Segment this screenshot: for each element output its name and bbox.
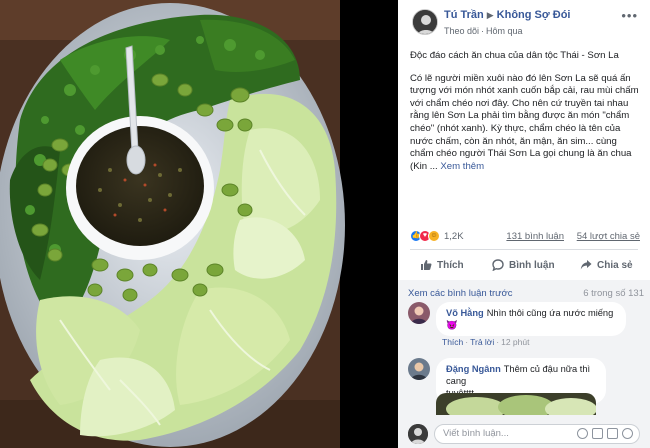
post-meta: Theo dõi · Hôm qua: [444, 26, 523, 36]
meta-separator: ·: [481, 26, 485, 36]
post-photo[interactable]: [0, 0, 398, 448]
camera-icon[interactable]: [592, 428, 603, 439]
comment-input[interactable]: Viết bình luận...: [434, 424, 640, 444]
more-options-button[interactable]: •••: [621, 8, 638, 23]
sticker-icon[interactable]: [622, 428, 633, 439]
separator: ·: [465, 337, 469, 347]
post-actions: Thích Bình luận Chia sẻ: [410, 253, 638, 277]
current-user-avatar: [408, 424, 428, 444]
see-more-link[interactable]: Xem thêm: [440, 161, 484, 172]
view-previous-comments-link[interactable]: Xem các bình luận trước: [408, 288, 512, 299]
gif-icon[interactable]: [607, 428, 618, 439]
commenter-avatar[interactable]: [408, 358, 430, 380]
share-button[interactable]: Chia sẻ: [580, 253, 633, 277]
author-avatar[interactable]: [412, 9, 438, 35]
like-button[interactable]: Thích: [420, 253, 464, 277]
author-line: Tú Trần ▶ Không Sợ Đói: [444, 9, 570, 21]
reactions-bar: 👍 ♥ ☺ 1,2K 131 bình luận 54 lượt chia sẻ: [410, 230, 640, 244]
comment-button[interactable]: Bình luận: [492, 253, 555, 277]
write-comment-bar: Viết bình luận...: [398, 420, 650, 448]
comment-label: Bình luận: [509, 259, 555, 271]
comment-bubble-icon: [492, 259, 504, 271]
commenter-name[interactable]: Võ Hằng: [446, 308, 484, 318]
post-body-text: Có lẽ người miền xuôi nào đó lên Sơn La …: [410, 72, 639, 172]
reaction-count[interactable]: 1,2K: [444, 231, 464, 242]
shares-count[interactable]: 54 lượt chia sẻ: [577, 231, 640, 242]
share-arrow-icon: [580, 260, 592, 270]
post-headline: Độc đáo cách ăn chua của dân tộc Thái - …: [410, 50, 619, 61]
separator: ·: [496, 337, 500, 347]
post-time[interactable]: Hôm qua: [486, 26, 523, 36]
comment-input-placeholder: Viết bình luận...: [443, 428, 509, 439]
post-text: Độc đáo cách ăn chua của dân tộc Thái - …: [410, 50, 640, 173]
facebook-photo-viewer: Tú Trần ▶ Không Sợ Đói Theo dõi · Hôm qua ••…: [0, 0, 650, 448]
haha-reaction-icon: ☺: [428, 230, 440, 242]
comment-actions: Thích · Trả lời · 12 phút: [442, 337, 529, 347]
comment-like-link[interactable]: Thích: [442, 337, 463, 347]
comment-photo-attachment[interactable]: [436, 393, 596, 415]
emoji-icon[interactable]: [577, 428, 588, 439]
divider: [410, 249, 638, 250]
comment-input-tools: [577, 428, 633, 440]
comment-bubble: Võ Hằng Nhìn thôi cũng ứa nước miếng 😈: [436, 302, 626, 336]
like-label: Thích: [437, 259, 464, 271]
comment-time[interactable]: 12 phút: [501, 337, 529, 347]
follow-link[interactable]: Theo dõi: [444, 26, 479, 36]
author-name[interactable]: Tú Trần: [444, 9, 484, 21]
post-header: Tú Trần ▶ Không Sợ Đói Theo dõi · Hôm qua ••…: [398, 0, 650, 44]
post-side-panel: Tú Trần ▶ Không Sợ Đói Theo dõi · Hôm qua ••…: [398, 0, 650, 448]
arrow-right-icon: ▶: [486, 10, 494, 20]
group-name[interactable]: Không Sợ Đói: [497, 9, 571, 21]
thumbs-up-icon: [421, 260, 432, 270]
comments-count[interactable]: 131 bình luận: [506, 231, 564, 242]
comment-count-of: 6 trong số 131: [583, 288, 644, 299]
commenter-avatar[interactable]: [408, 302, 430, 324]
commenter-name[interactable]: Đặng Ngânn: [446, 364, 501, 374]
share-label: Chia sẻ: [597, 259, 633, 271]
comment-reply-link[interactable]: Trả lời: [470, 337, 494, 347]
post-paragraph: Có lẽ người miền xuôi nào đó lên Sơn La …: [410, 73, 640, 174]
